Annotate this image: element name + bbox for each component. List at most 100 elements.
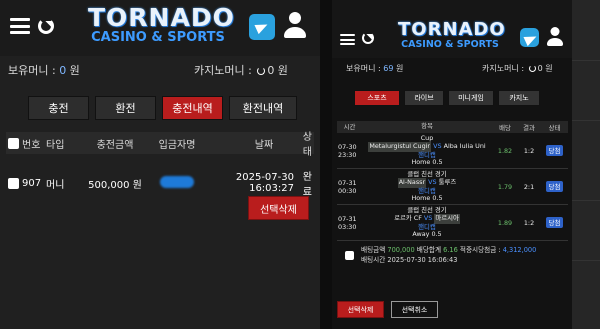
- table-header: 번호 타입 충전금액 입금자명 날짜 상태: [6, 132, 314, 158]
- casino-refresh-icon[interactable]: [528, 65, 536, 72]
- bet-result: 1:2: [523, 146, 535, 155]
- col-status: 상태: [548, 123, 561, 132]
- telegram-icon[interactable]: [520, 28, 539, 47]
- bet-date: 07-31: [338, 178, 357, 187]
- col-date: 날짜: [254, 139, 274, 151]
- bet-vs: VS: [433, 142, 442, 150]
- bet-away-team: 마르시아: [434, 214, 460, 224]
- balance-label: 보유머니 :: [346, 64, 384, 73]
- bet-amount-label: 배팅금액: [361, 246, 388, 254]
- bet-home-team: 로르카 CF: [394, 214, 422, 222]
- col-time: 시간: [343, 123, 356, 131]
- row-date: 2025-07-30 16:03:27: [235, 172, 294, 194]
- tab-bar: 스포츠 라이브 미니게임 카지노: [354, 90, 540, 106]
- row-type: 머니: [46, 179, 65, 191]
- bet-amount-value: 700,000: [387, 246, 415, 254]
- user-icon[interactable]: [547, 27, 563, 46]
- refresh-icon[interactable]: [38, 18, 54, 34]
- money-balance: 보유머니 : 69 원: [346, 63, 403, 74]
- background-page-edge: [572, 0, 600, 329]
- table-row[interactable]: 907 머니 500,000 원 2025-07-30 16:03:27 완료: [6, 170, 314, 198]
- col-result: 결과: [523, 123, 535, 132]
- bet-vs: VS: [423, 214, 433, 222]
- delete-selected-button[interactable]: 선택삭제: [337, 301, 384, 318]
- bet-summary: 배팅금액 700,000 배당합계 6.16 적중시당첨금 : 4,312,00…: [337, 241, 568, 269]
- col-number: 번호: [22, 139, 41, 151]
- tab-sports[interactable]: 스포츠: [354, 90, 400, 106]
- tab-deposit-history[interactable]: 충전내역: [162, 96, 223, 120]
- status-badge: 당첨: [545, 217, 564, 228]
- balance-unit: 원: [393, 64, 404, 73]
- bet-away-team: Alba Iulia Uni: [443, 142, 486, 150]
- row-status: 완료: [302, 172, 312, 198]
- bet-result: 1:2: [523, 218, 535, 227]
- right-panel: TORNADO CASINO & SPORTS 보유머니 : 69 원 카지노머…: [332, 0, 572, 329]
- table-header: 시간 항목 배당 결과 상태: [337, 121, 568, 133]
- balance-unit: 원: [66, 64, 80, 77]
- bet-time: 23:30: [338, 150, 357, 159]
- tab-live[interactable]: 라이브: [404, 90, 444, 106]
- header: TORNADO CASINO & SPORTS: [332, 0, 572, 58]
- payout-value: 4,312,000: [502, 246, 537, 254]
- casino-unit: 원: [274, 64, 288, 77]
- payout-label: 적중시당첨금 :: [457, 246, 503, 254]
- money-balance: 보유머니 : 0 원: [8, 62, 80, 78]
- telegram-icon[interactable]: [249, 14, 275, 40]
- col-status: 상태: [302, 132, 312, 158]
- col-type: 타입: [46, 139, 65, 151]
- total-odds-value: 6.16: [443, 246, 458, 254]
- redacted-depositor-name: [160, 175, 194, 188]
- tab-deposit[interactable]: 충전: [28, 96, 89, 120]
- bet-date: 07-31: [338, 214, 357, 223]
- bet-odds: 1.82: [497, 146, 513, 155]
- row-checkbox[interactable]: [8, 177, 19, 189]
- bet-time-label: 배팅시간: [361, 256, 388, 264]
- col-amount: 충전금액: [96, 139, 134, 151]
- brand-logo[interactable]: TORNADO CASINO & SPORTS: [88, 4, 234, 45]
- bet-league: Cup: [420, 133, 434, 142]
- bet-league: 클럽 친선 경기: [407, 205, 447, 214]
- tab-bar: 충전 환전 충전내역 환전내역: [28, 96, 297, 120]
- status-badge: 당첨: [545, 145, 564, 156]
- brand-tagline: CASINO & SPORTS: [401, 39, 499, 50]
- select-all-checkbox[interactable]: [8, 137, 19, 149]
- brand-name: TORNADO: [398, 19, 506, 40]
- bet-slip-checkbox[interactable]: [344, 250, 354, 260]
- bet-row[interactable]: 07-30 23:30 Cup Metalurgistul Cugir VS Al…: [337, 133, 568, 169]
- row-amount: 500,000 원: [88, 179, 142, 191]
- brand-logo[interactable]: TORNADO CASINO & SPORTS: [398, 19, 506, 50]
- bet-odds: 1.89: [497, 218, 513, 227]
- casino-label: 카지노머니 :: [194, 64, 256, 77]
- refresh-icon[interactable]: [362, 32, 374, 44]
- user-icon[interactable]: [284, 12, 306, 38]
- total-odds-label: 배당합계: [414, 246, 444, 254]
- header: TORNADO CASINO & SPORTS: [0, 0, 320, 56]
- bet-pick: Home 0.5: [411, 194, 443, 202]
- bet-result: 2:1: [523, 182, 535, 191]
- col-depositor: 입금자명: [158, 139, 196, 151]
- bet-pick: Home 0.5: [411, 158, 443, 166]
- tab-withdraw[interactable]: 환전: [95, 96, 156, 120]
- delete-selected-button[interactable]: 선택삭제: [248, 196, 309, 220]
- bet-time: 00:30: [338, 186, 357, 195]
- status-badge: 당첨: [545, 181, 564, 192]
- casino-unit: 원: [542, 64, 553, 73]
- hamburger-menu-icon[interactable]: [340, 34, 355, 45]
- bet-pick: Away 0.5: [412, 230, 442, 238]
- tab-withdraw-history[interactable]: 환전내역: [229, 96, 297, 120]
- bet-away-team: 툴루즈: [438, 178, 457, 186]
- balance-value: 69: [383, 64, 394, 73]
- bet-row[interactable]: 07-31 00:30 클럽 친선 경기 Al-Nassr VS 툴루즈 핸디캡 …: [337, 169, 568, 205]
- casino-label: 카지노머니 :: [482, 64, 527, 73]
- tab-casino[interactable]: 카지노: [498, 90, 540, 106]
- deposit-history-table: 번호 타입 충전금액 입금자명 날짜 상태 907 머니 500,000 원 2…: [6, 132, 314, 198]
- tab-minigame[interactable]: 미니게임: [448, 90, 494, 106]
- bet-odds: 1.79: [497, 182, 513, 191]
- bet-time-value: 2025-07-30 16:06:43: [387, 256, 458, 264]
- col-odds: 배당: [499, 123, 511, 132]
- casino-balance: 카지노머니 : 0 원: [194, 62, 288, 78]
- hamburger-menu-icon[interactable]: [10, 18, 30, 34]
- bet-row[interactable]: 07-31 03:30 클럽 친선 경기 로르카 CF VS 마르시아 핸디캡 A…: [337, 205, 568, 241]
- casino-refresh-icon[interactable]: [257, 67, 266, 75]
- cancel-selected-button[interactable]: 선택취소: [391, 301, 438, 318]
